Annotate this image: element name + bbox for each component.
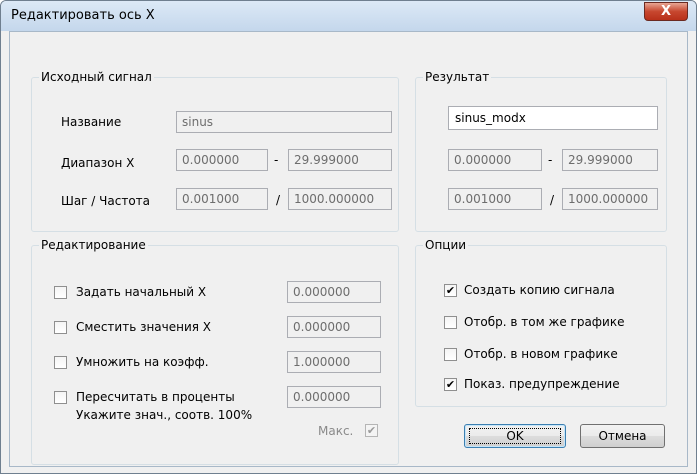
multiply-value-field: 1.000000 xyxy=(287,351,381,373)
multiply-checkbox[interactable] xyxy=(54,356,67,369)
source-step-separator: / xyxy=(276,193,281,207)
percent-value-field: 0.000000 xyxy=(287,386,381,408)
max-label: Макс. xyxy=(318,424,354,438)
source-range-separator: - xyxy=(274,153,279,167)
cancel-button[interactable]: Отмена xyxy=(580,424,665,448)
percent-label: Пересчитать в проценты xyxy=(76,390,235,404)
dialog-client-area: Исходный сигнал Название sinus Диапазон … xyxy=(9,31,688,467)
options-group-title: Опции xyxy=(423,237,469,253)
show-warning-checkbox[interactable]: ✔ xyxy=(444,378,457,391)
focus-rectangle xyxy=(469,428,561,444)
close-button[interactable]: X xyxy=(644,2,688,21)
source-step-label: Шаг / Частота xyxy=(61,194,151,208)
result-range-to-field: 29.999000 xyxy=(562,149,658,171)
set-start-x-value-field: 0.000000 xyxy=(287,281,381,303)
percent-checkbox[interactable] xyxy=(54,391,67,404)
dialog-window: Редактировать ось X X Исходный сигнал На… xyxy=(0,0,697,474)
set-start-x-checkbox[interactable] xyxy=(54,286,67,299)
source-range-from-field: 0.000000 xyxy=(176,149,268,171)
result-range-separator: - xyxy=(548,153,553,167)
create-copy-checkbox[interactable]: ✔ xyxy=(444,284,457,297)
cancel-button-label: Отмена xyxy=(598,429,647,443)
shift-x-value-field: 0.000000 xyxy=(287,316,381,338)
source-range-to-field: 29.999000 xyxy=(288,149,392,171)
result-frequency-field: 1000.000000 xyxy=(562,188,658,210)
new-graph-checkbox[interactable] xyxy=(444,348,457,361)
source-frequency-field: 1000.000000 xyxy=(288,188,392,210)
set-start-x-label: Задать начальный X xyxy=(76,285,207,299)
result-range-from-field: 0.000000 xyxy=(448,149,542,171)
ok-button[interactable]: OK xyxy=(464,424,566,448)
result-step-separator: / xyxy=(550,193,555,207)
result-name-input[interactable]: sinus_modx xyxy=(448,106,658,130)
shift-x-checkbox[interactable] xyxy=(54,321,67,334)
multiply-label: Умножить на коэфф. xyxy=(76,355,209,369)
window-title: Редактировать ось X xyxy=(11,8,155,23)
same-graph-checkbox[interactable] xyxy=(444,316,457,329)
source-signal-group-title: Исходный сигнал xyxy=(39,69,154,85)
source-step-field: 0.001000 xyxy=(176,188,268,210)
close-icon: X xyxy=(660,4,672,19)
percent-hint-label: Укажите знач., соотв. 100% xyxy=(76,408,253,422)
source-name-label: Название xyxy=(61,115,122,129)
title-bar[interactable]: Редактировать ось X X xyxy=(1,1,696,31)
new-graph-label: Отобр. в новом графике xyxy=(464,347,618,361)
result-group-title: Результат xyxy=(423,69,492,85)
source-range-label: Диапазон X xyxy=(61,156,135,170)
show-warning-label: Показ. предупреждение xyxy=(464,377,620,391)
same-graph-label: Отобр. в том же графике xyxy=(464,315,625,329)
max-checkbox: ✔ xyxy=(365,424,378,437)
source-name-field: sinus xyxy=(176,111,392,133)
create-copy-label: Создать копию сигнала xyxy=(464,283,615,297)
editing-group-title: Редактирование xyxy=(39,237,148,253)
shift-x-label: Сместить значения X xyxy=(76,320,212,334)
result-step-field: 0.001000 xyxy=(448,188,542,210)
